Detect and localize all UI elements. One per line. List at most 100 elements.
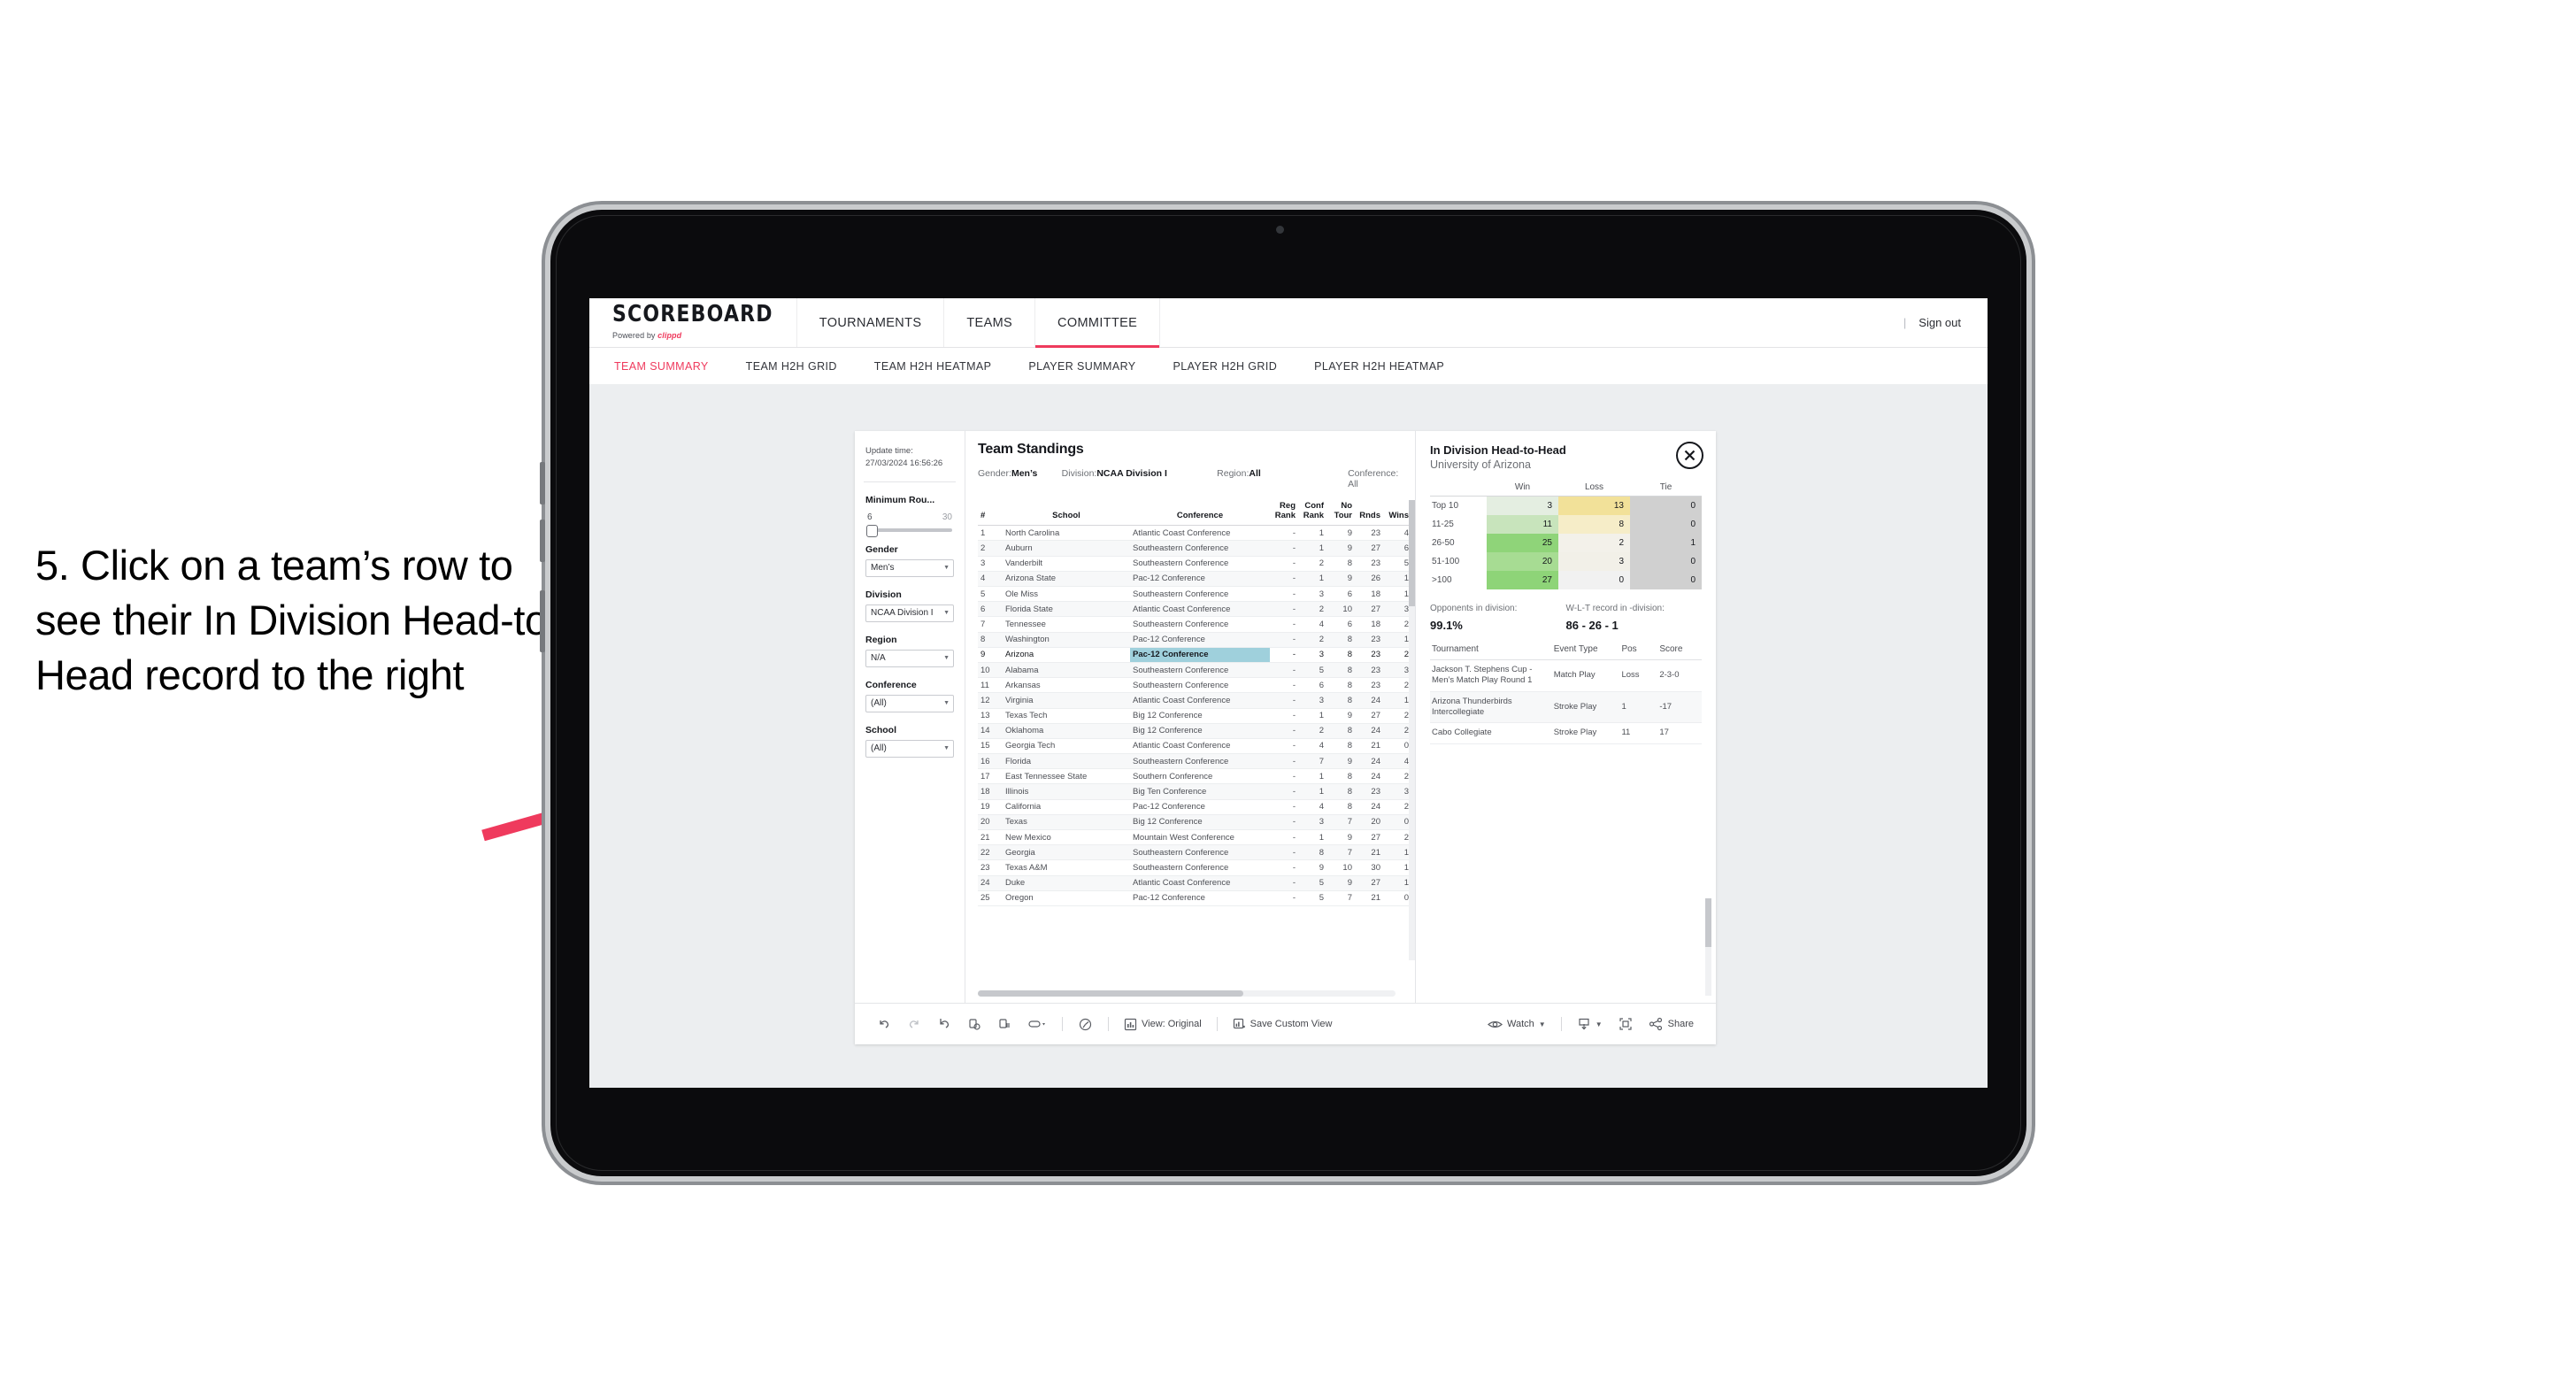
tab-player-h2h-grid[interactable]: PLAYER H2H GRID [1173,360,1297,373]
col-event-type[interactable]: Event Type [1551,644,1620,660]
table-row[interactable]: 21 New Mexico Mountain West Conference -1 9 2… [978,829,1411,846]
table-row[interactable]: 7 Tennessee Southeastern Conference -4 6 18 2 [978,616,1411,633]
table-row[interactable]: 17 East Tennessee State Southern Conferenc… [978,768,1411,785]
col-conf-rank[interactable]: Conf Rank [1298,500,1326,527]
filter-division-select[interactable]: NCAA Division I ▼ [865,604,954,622]
col-no-tour-l2: Tour [1334,510,1352,520]
minimum-rounds-slider-handle[interactable] [866,524,878,537]
table-row[interactable]: 22 Georgia Southeastern Conference -8 7 21 1 [978,844,1411,861]
table-row[interactable]: 16 Florida Southeastern Conference -7 9 24 4 [978,753,1411,770]
table-row[interactable]: 3 Vanderbilt Southeastern Conference -2 8 23 5 [978,556,1411,572]
watch-label: Watch [1507,1019,1534,1029]
tournaments-scrollbar[interactable] [1705,898,1711,996]
revert-icon[interactable] [929,1012,959,1036]
watch-button[interactable]: Watch ▼ [1480,1012,1554,1036]
table-row[interactable]: 9 Arizona Pac-12 Conference -3 8 23 2 [978,647,1411,663]
highlight-icon[interactable] [1019,1012,1055,1036]
table-row[interactable]: 24 Duke Atlantic Coast Conference -5 9 27 1 [978,875,1411,891]
list-item[interactable]: Arizona Thunderbirds Intercollegiate Stro… [1430,691,1702,724]
filter-school-select[interactable]: (All) ▼ [865,739,954,758]
col-score[interactable]: Score [1657,644,1702,660]
col-tournament[interactable]: Tournament [1430,644,1552,660]
redo-icon[interactable] [899,1012,929,1036]
col-rnds[interactable]: Rnds [1355,500,1383,527]
table-row[interactable]: 12 Virginia Atlantic Coast Conference -3 8 24… [978,692,1411,709]
h2h-row[interactable]: 26-50 25 2 1 [1430,534,1702,552]
table-row[interactable]: 13 Texas Tech Big 12 Conference -1 9 27 2 [978,708,1411,724]
nav-item-teams[interactable]: TEAMS [943,298,1034,347]
nav-item-tournaments[interactable]: TOURNAMENTS [796,298,944,347]
filter-region-select[interactable]: N/A ▼ [865,649,954,667]
standings-cell-no-tour: 7 [1326,844,1355,861]
col-rank-label: # [980,510,986,520]
table-row[interactable]: 4 Arizona State Pac-12 Conference -1 9 26 1 [978,571,1411,588]
standings-horizontal-scrollbar[interactable] [978,990,1396,997]
save-custom-view-button[interactable]: Save Custom View [1225,1012,1341,1036]
header-divider: | [1903,316,1907,329]
col-school[interactable]: School [1003,500,1130,527]
fullscreen-icon[interactable] [1611,1012,1641,1036]
standings-body: 1 North Carolina Atlantic Coast Conference… [978,525,1411,906]
standings-cell-reg-rank: - [1270,632,1298,648]
h2h-row[interactable]: >100 27 0 0 [1430,571,1702,589]
power-button[interactable] [540,590,545,652]
col-rank[interactable]: # [978,500,1003,527]
table-row[interactable]: 23 Texas A&M Southeastern Conference -9 10 30… [978,859,1411,876]
minimum-rounds-slider[interactable] [866,524,952,537]
col-pos[interactable]: Pos [1619,644,1658,660]
tab-player-h2h-heatmap[interactable]: PLAYER H2H HEATMAP [1314,360,1464,373]
refresh-data-icon[interactable] [959,1012,989,1036]
table-row[interactable]: 14 Oklahoma Big 12 Conference -2 8 24 2 [978,723,1411,739]
close-icon[interactable] [1676,442,1703,469]
table-row[interactable]: 2 Auburn Southeastern Conference -1 9 27 6 [978,540,1411,557]
table-row[interactable]: 15 Georgia Tech Atlantic Coast Conference -… [978,738,1411,755]
table-row[interactable]: 19 California Pac-12 Conference -4 8 24 2 [978,799,1411,815]
volume-button-down[interactable] [540,520,545,562]
table-row[interactable]: 11 Arkansas Southeastern Conference -6 8 23 2 [978,677,1411,694]
tournament-event-type: Match Play [1551,659,1620,692]
table-row[interactable]: 1 North Carolina Atlantic Coast Conference… [978,525,1411,542]
download-icon[interactable]: ▼ [1569,1012,1611,1036]
pause-updates-icon[interactable] [989,1012,1019,1036]
list-item[interactable]: Cabo Collegiate Stroke Play 11 17 [1430,722,1702,744]
table-row[interactable]: 5 Ole Miss Southeastern Conference -3 6 18 1 [978,586,1411,603]
h2h-row[interactable]: 51-100 20 3 0 [1430,552,1702,571]
tournaments-scroll-thumb[interactable] [1705,898,1711,947]
nav-item-committee[interactable]: COMMITTEE [1034,298,1161,348]
app-logo[interactable]: SCOREBOARD Powered by clippd [589,298,796,347]
list-item[interactable]: Jackson T. Stephens Cup - Men’s Match Pl… [1430,659,1702,692]
context-gender: Gender: Men’s [978,468,1062,489]
alerts-icon[interactable] [1070,1012,1101,1036]
table-row[interactable]: 8 Washington Pac-12 Conference -2 8 23 1 [978,632,1411,648]
tab-team-h2h-grid[interactable]: TEAM H2H GRID [746,360,857,373]
sign-out-link[interactable]: Sign out [1919,316,1961,329]
table-row[interactable]: 6 Florida State Atlantic Coast Conference -… [978,601,1411,618]
table-row[interactable]: 10 Alabama Southeastern Conference -5 8 23 3 [978,662,1411,679]
standings-cell-no-tour: 9 [1326,540,1355,557]
h2h-tie-value: 0 [1630,552,1702,571]
undo-icon[interactable] [869,1012,899,1036]
tab-player-summary[interactable]: PLAYER SUMMARY [1028,360,1155,373]
filter-gender-select[interactable]: Men’s ▼ [865,558,954,577]
standings-cell-reg-rank: - [1270,601,1298,618]
h2h-row[interactable]: Top 10 3 13 0 [1430,496,1702,515]
standings-horizontal-scroll-thumb[interactable] [978,990,1243,997]
table-row[interactable]: 25 Oregon Pac-12 Conference -5 7 21 0 [978,890,1411,906]
table-row[interactable]: 18 Illinois Big Ten Conference -1 8 23 3 [978,783,1411,800]
tab-team-h2h-heatmap[interactable]: TEAM H2H HEATMAP [874,360,1011,373]
col-wins[interactable]: Wins [1383,500,1411,527]
tab-team-summary[interactable]: TEAM SUMMARY [614,360,728,373]
standings-vertical-scrollbar[interactable] [1409,500,1415,960]
standings-vertical-scroll-thumb[interactable] [1409,500,1415,606]
filter-conference-select[interactable]: (All) ▼ [865,694,954,712]
standings-cell-conf-rank: 6 [1298,677,1326,694]
col-conference[interactable]: Conference [1130,500,1270,527]
view-original-button[interactable]: View: Original [1116,1012,1210,1036]
share-button[interactable]: Share [1641,1012,1702,1036]
table-row[interactable]: 20 Texas Big 12 Conference -3 7 20 0 [978,814,1411,831]
col-reg-rank[interactable]: Reg Rank [1270,500,1298,527]
col-no-tour[interactable]: No Tour [1326,500,1355,527]
standings-cell-rank: 10 [978,662,1003,679]
h2h-row[interactable]: 11-25 11 8 0 [1430,515,1702,534]
volume-button-up[interactable] [540,462,545,504]
